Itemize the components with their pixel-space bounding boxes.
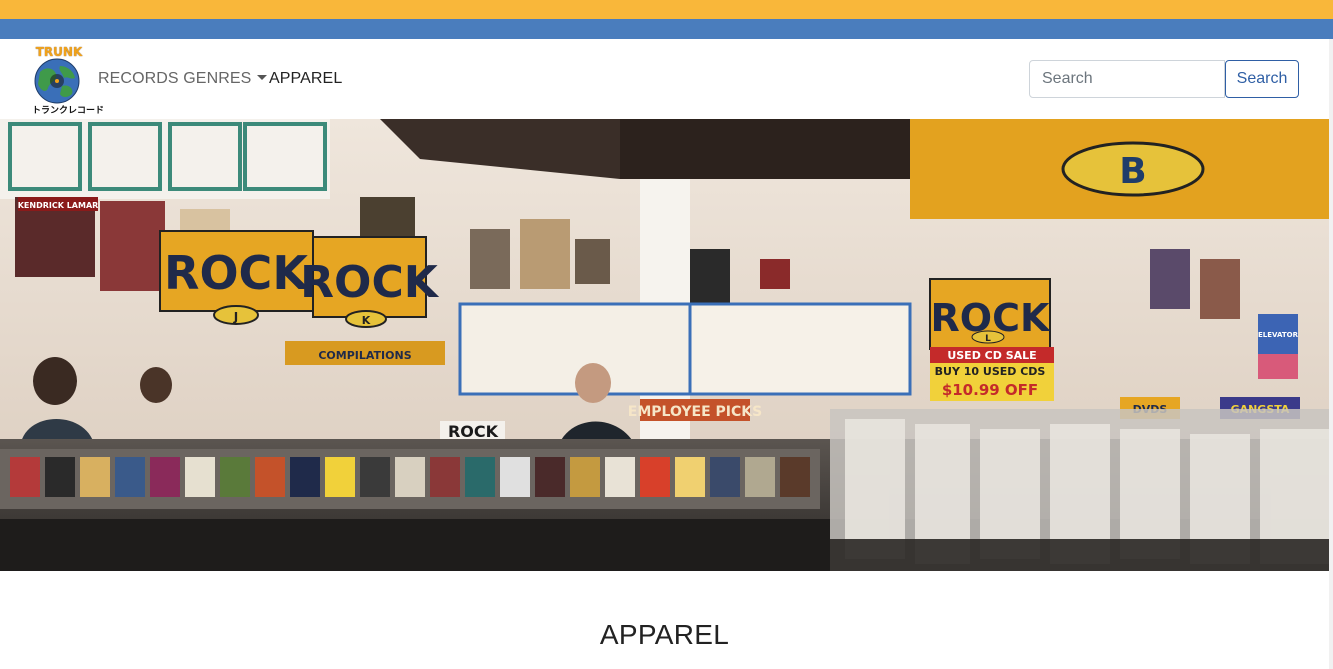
nav-records-genres-label: RECORDS GENRES xyxy=(98,70,252,87)
top-stripe-blue xyxy=(0,19,1333,39)
navbar: TRUNK トランクレコード RECORDS GENRES APPAREL Se… xyxy=(0,39,1329,119)
sign-rock-2: ROCK xyxy=(300,257,440,308)
logo-japanese-text: トランクレコード xyxy=(32,106,105,116)
sign-rock-1: ROCK xyxy=(164,246,310,300)
sign-employee-picks: EMPLOYEE PICKS xyxy=(628,404,762,420)
hero-image: ROCK J ROCK K COMPILATIONS B ROCK L USED… xyxy=(0,119,1329,571)
sign-rock-3-letter: L xyxy=(985,334,991,344)
sign-kendrick: KENDRICK LAMAR xyxy=(18,201,99,210)
search-input[interactable] xyxy=(1029,60,1225,98)
sign-rock-bin: ROCK xyxy=(448,422,499,441)
record-store-photo: ROCK J ROCK K COMPILATIONS B ROCK L USED… xyxy=(0,119,1329,571)
sign-b-letter: B xyxy=(1119,151,1146,192)
chevron-down-icon xyxy=(257,75,268,80)
sign-buy-10: BUY 10 USED CDS xyxy=(935,365,1046,378)
scrollbar-track[interactable] xyxy=(1329,39,1333,669)
nav-apparel-link[interactable]: APPAREL xyxy=(269,70,342,88)
sign-elevator: ELEVATOR xyxy=(1258,331,1299,339)
brand-logo[interactable]: TRUNK トランクレコード xyxy=(32,43,105,117)
sign-price: $10.99 OFF xyxy=(942,381,1038,399)
page-title: APPAREL xyxy=(599,619,730,650)
nav-records-genres-dropdown[interactable]: RECORDS GENRES xyxy=(98,70,268,88)
search-button[interactable]: Search xyxy=(1225,60,1299,98)
globe-icon xyxy=(34,58,80,104)
sign-used-cd: USED CD SALE xyxy=(947,349,1036,362)
sign-rock-1-letter: J xyxy=(233,310,238,324)
sign-compilations: COMPILATIONS xyxy=(318,349,411,362)
logo-wordmark: TRUNK xyxy=(35,45,83,59)
top-stripe-yellow xyxy=(0,0,1333,19)
sign-rock-2-letter: K xyxy=(362,314,371,327)
